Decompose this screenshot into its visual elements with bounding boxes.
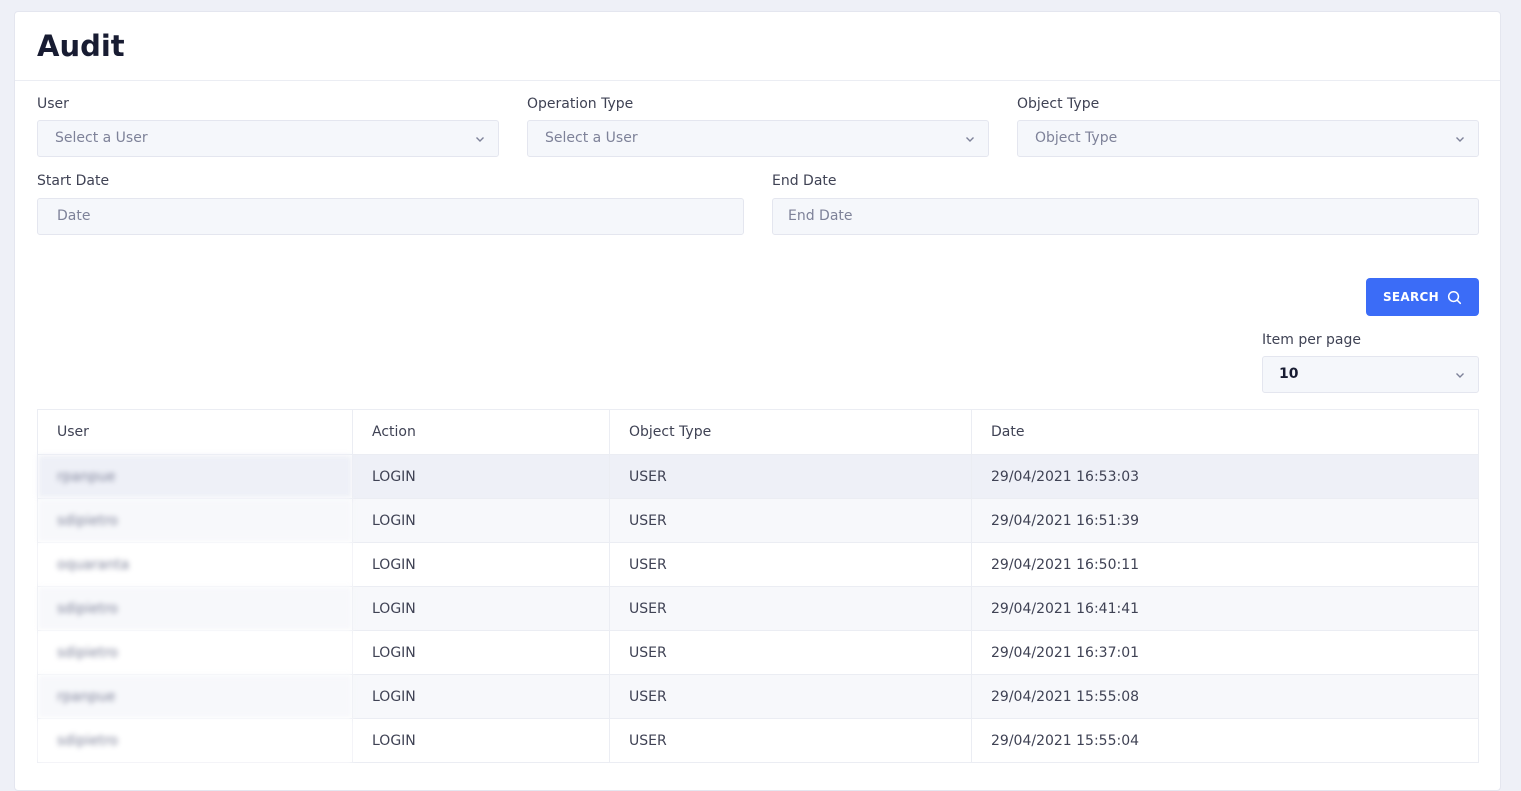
search-button[interactable]: SEARCH (1366, 278, 1479, 316)
cell-action: LOGIN (352, 630, 610, 675)
audit-table: User Action Object Type Date rpanpue LOG… (37, 409, 1479, 763)
object-type-placeholder: Object Type (1035, 130, 1118, 146)
table-row[interactable]: sdipietro LOGIN USER 29/04/2021 15:55:04 (37, 718, 1479, 763)
cell-date: 29/04/2021 16:53:03 (971, 454, 1479, 499)
card-header: Audit (15, 12, 1500, 81)
cell-object-type: USER (609, 630, 972, 675)
column-header-user[interactable]: User (37, 409, 353, 455)
operation-type-placeholder: Select a User (545, 130, 638, 146)
operation-type-label: Operation Type (527, 96, 634, 112)
table-row[interactable]: sdipietro LOGIN USER 29/04/2021 16:51:39 (37, 498, 1479, 543)
cell-date: 29/04/2021 15:55:04 (971, 718, 1479, 763)
user-select-placeholder: Select a User (55, 130, 148, 146)
column-header-action[interactable]: Action (352, 409, 610, 455)
table-row[interactable]: oquaranta LOGIN USER 29/04/2021 16:50:11 (37, 542, 1479, 587)
cell-action: LOGIN (352, 498, 610, 543)
cell-object-type: USER (609, 674, 972, 719)
cell-user: oquaranta (37, 542, 353, 587)
cell-user: rpanpue (37, 454, 353, 499)
cell-date: 29/04/2021 15:55:08 (971, 674, 1479, 719)
chevron-down-icon (1456, 373, 1464, 378)
audit-card: Audit User Select a User Operation Type … (14, 11, 1501, 791)
table-row[interactable]: rpanpue LOGIN USER 29/04/2021 16:53:03 (37, 454, 1479, 499)
chevron-down-icon (476, 137, 484, 142)
table-row[interactable]: sdipietro LOGIN USER 29/04/2021 16:37:01 (37, 630, 1479, 675)
items-per-page-label: Item per page (1262, 332, 1361, 348)
start-date-placeholder: Date (57, 208, 91, 224)
items-per-page-value: 10 (1279, 366, 1299, 382)
table-row[interactable]: rpanpue LOGIN USER 29/04/2021 15:55:08 (37, 674, 1479, 719)
end-date-label: End Date (772, 173, 837, 189)
cell-action: LOGIN (352, 674, 610, 719)
cell-user: rpanpue (37, 674, 353, 719)
start-date-input[interactable]: Date (37, 198, 744, 235)
user-filter-label: User (37, 96, 69, 112)
column-header-object-type[interactable]: Object Type (609, 409, 972, 455)
page-title: Audit (37, 29, 125, 63)
cell-user: sdipietro (37, 630, 353, 675)
search-icon (1447, 290, 1462, 304)
cell-user: sdipietro (37, 718, 353, 763)
cell-action: LOGIN (352, 454, 610, 499)
search-button-label: SEARCH (1382, 290, 1440, 304)
cell-date: 29/04/2021 16:50:11 (971, 542, 1479, 587)
table-header-row: User Action Object Type Date (37, 409, 1479, 455)
column-header-date[interactable]: Date (971, 409, 1479, 455)
object-type-select[interactable]: Object Type (1017, 120, 1479, 157)
cell-action: LOGIN (352, 542, 610, 587)
cell-action: LOGIN (352, 718, 610, 763)
cell-object-type: USER (609, 718, 972, 763)
cell-date: 29/04/2021 16:51:39 (971, 498, 1479, 543)
operation-type-select[interactable]: Select a User (527, 120, 989, 157)
items-per-page-select[interactable]: 10 (1262, 356, 1479, 393)
cell-object-type: USER (609, 586, 972, 631)
object-type-label: Object Type (1017, 96, 1100, 112)
user-select[interactable]: Select a User (37, 120, 499, 157)
end-date-placeholder: End Date (788, 208, 853, 224)
cell-object-type: USER (609, 542, 972, 587)
chevron-down-icon (1456, 137, 1464, 142)
cell-action: LOGIN (352, 586, 610, 631)
cell-date: 29/04/2021 16:41:41 (971, 586, 1479, 631)
cell-date: 29/04/2021 16:37:01 (971, 630, 1479, 675)
cell-user: sdipietro (37, 498, 353, 543)
cell-object-type: USER (609, 454, 972, 499)
start-date-label: Start Date (37, 173, 110, 189)
chevron-down-icon (966, 137, 974, 142)
end-date-input[interactable]: End Date (772, 198, 1479, 235)
cell-object-type: USER (609, 498, 972, 543)
table-row[interactable]: sdipietro LOGIN USER 29/04/2021 16:41:41 (37, 586, 1479, 631)
cell-user: sdipietro (37, 586, 353, 631)
